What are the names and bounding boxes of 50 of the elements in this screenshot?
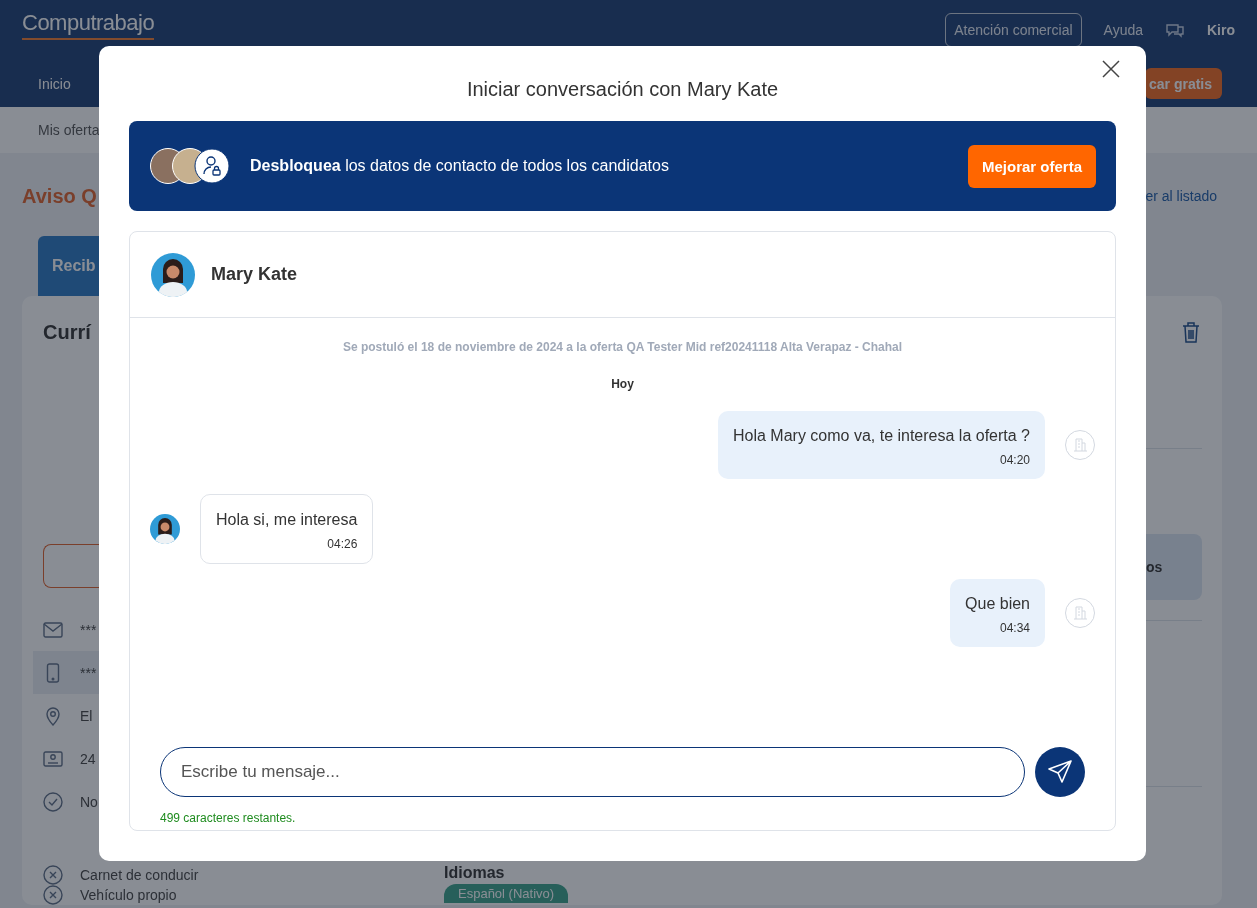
message-text: Hola Mary como va, te interesa la oferta ? <box>732 427 1030 445</box>
detail-text: Vehículo propio <box>80 887 177 903</box>
chat-icon[interactable] <box>1165 22 1185 38</box>
upgrade-button[interactable]: Mejorar oferta <box>967 144 1096 188</box>
side-panel-text: os <box>1146 559 1163 575</box>
trash-icon[interactable] <box>1182 321 1200 343</box>
cross-circle-icon <box>43 865 63 885</box>
banner-text: Desbloquea los datos de contacto de todos los candidatos <box>250 157 669 175</box>
detail-text: *** <box>80 664 97 681</box>
language-tag: Español (Nativo) <box>444 884 569 903</box>
logo[interactable]: Computrabajo <box>22 10 155 40</box>
user-name[interactable]: Kiro <box>1207 22 1235 38</box>
message-time: 04:26 <box>327 537 358 551</box>
subnav-link[interactable]: Mis oferta <box>38 122 100 138</box>
detail-text: 24 <box>80 750 96 767</box>
modal-title: Iniciar conversación con Mary Kate <box>466 78 779 101</box>
close-icon[interactable] <box>1102 60 1120 78</box>
send-icon <box>1047 759 1073 785</box>
message-input[interactable]: Escribe tu mensaje... <box>160 747 1025 797</box>
day-label: Hoy <box>611 377 634 391</box>
detail-text: El <box>80 707 93 724</box>
detail-text: Carnet de conducir <box>80 867 199 883</box>
contact-name: Mary Kate <box>211 264 298 285</box>
message-text: Hola si, me interesa <box>216 511 358 529</box>
envelope-icon <box>43 621 63 638</box>
publish-button[interactable]: car gratis <box>1145 68 1222 99</box>
location-pin-icon <box>43 705 63 726</box>
message-time: 04:34 <box>999 621 1030 635</box>
avatar-icon <box>150 514 180 544</box>
header-link[interactable]: Ayuda <box>1103 22 1143 38</box>
section-title: Idiomas <box>444 864 506 882</box>
avatar-icon <box>151 252 195 297</box>
cross-circle-icon <box>43 885 63 905</box>
tab[interactable]: Recib <box>38 236 99 296</box>
card-title: Currí <box>43 321 93 344</box>
message-text: Que bien <box>965 595 1030 613</box>
id-card-icon <box>43 750 63 767</box>
user-lock-icon <box>194 148 230 184</box>
building-icon <box>1065 430 1095 460</box>
building-icon <box>1065 598 1095 628</box>
application-note: Se postuló el 18 de noviembre de 2024 a la oferta QA Tester Mid ref20241118 Alta Verapaz - Chahal <box>342 340 903 354</box>
nav-link[interactable]: Inicio <box>38 75 71 92</box>
detail-text: No <box>80 793 98 810</box>
detail-text: *** <box>80 621 97 638</box>
back-link[interactable]: er al listado <box>1145 188 1217 204</box>
character-counter: 499 caracteres restantes. <box>160 811 297 825</box>
check-circle-icon <box>43 791 63 812</box>
send-button[interactable] <box>1035 747 1085 797</box>
message-time: 04:20 <box>999 453 1030 467</box>
page-title: Aviso Q <box>22 184 97 208</box>
